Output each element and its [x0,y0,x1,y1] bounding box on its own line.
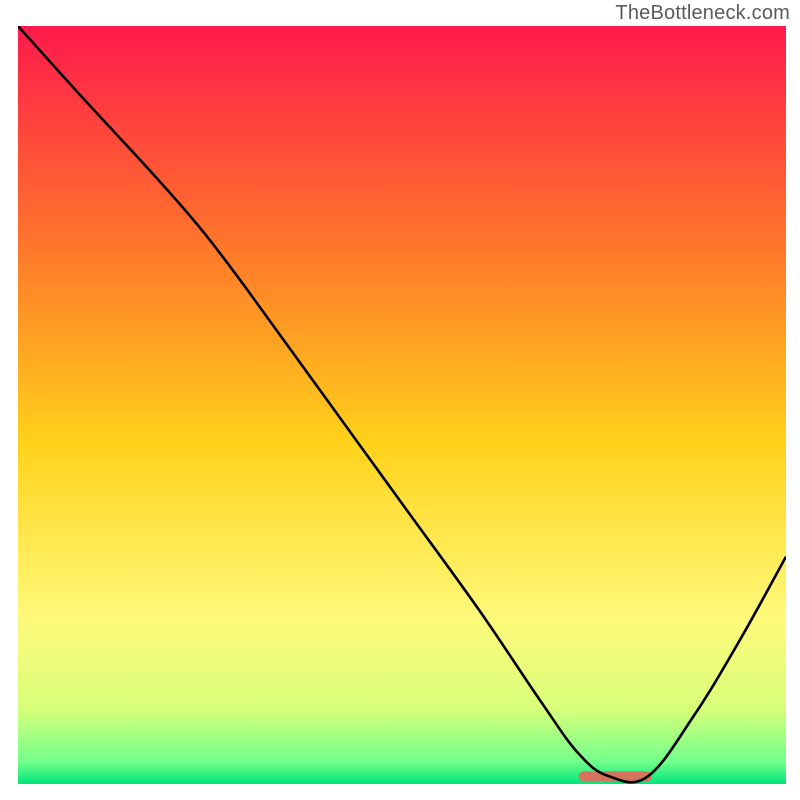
chart-svg [18,26,786,784]
plot-area [18,26,786,784]
background-gradient [18,26,786,784]
chart-container: TheBottleneck.com [0,0,800,800]
watermark-label: TheBottleneck.com [615,2,790,25]
